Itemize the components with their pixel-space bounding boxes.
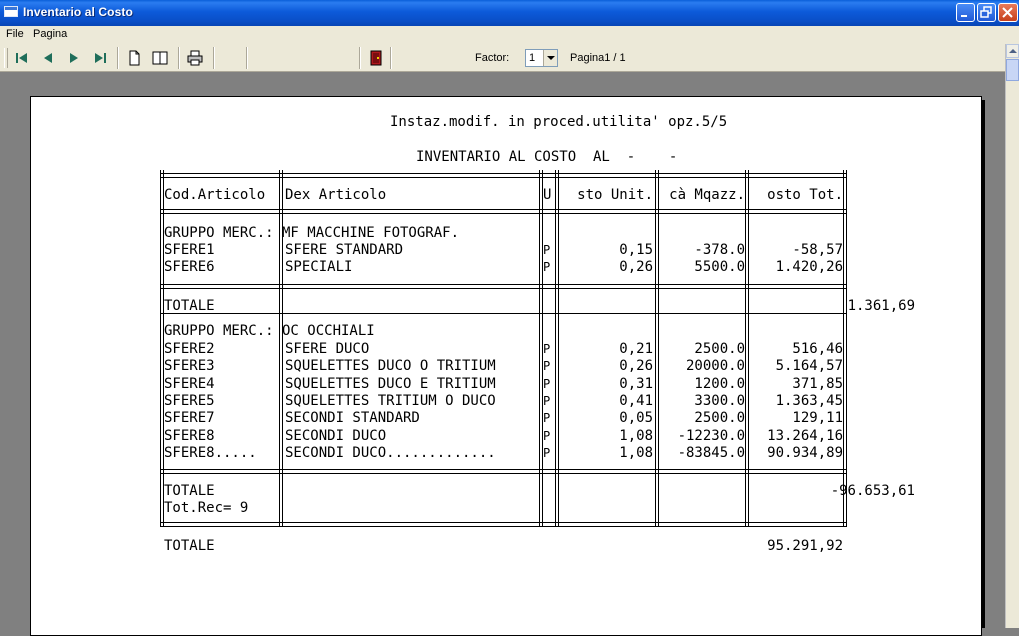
cell-code: SFERE8 xyxy=(164,427,215,444)
cell-total-cost: 13.264,16 xyxy=(767,427,843,444)
cell-description: SECONDI DUCO............. xyxy=(285,444,496,461)
column-header-unit: U xyxy=(543,187,552,203)
factor-label: Factor: xyxy=(475,52,510,64)
cell-total-cost: 129,11 xyxy=(792,410,843,427)
last-page-icon[interactable] xyxy=(92,50,108,66)
cell-quantity: -378.0 xyxy=(694,242,745,258)
group-header: GRUPPO MERC.: MF MACCHINE FOTOGRAF. xyxy=(164,225,460,241)
cell-unit-cost: 1,08 xyxy=(619,427,653,444)
cell-unit-cost: 0,15 xyxy=(619,242,653,258)
record-count: Tot.Rec= 9 xyxy=(164,500,249,516)
cell-total-cost: 371,85 xyxy=(792,375,843,392)
cell-code: SFERE1 xyxy=(164,242,215,258)
cell-quantity: 5500.0 xyxy=(694,259,745,276)
factor-value: 1 xyxy=(529,52,536,64)
cell-unit: P xyxy=(543,428,551,443)
grand-total-label: TOTALE xyxy=(164,538,215,554)
cell-description: SFERE STANDARD xyxy=(285,242,404,258)
group-total-label: TOTALE xyxy=(164,483,215,499)
cell-unit: P xyxy=(543,393,551,408)
print-icon[interactable] xyxy=(187,50,203,66)
menu-pagina[interactable]: Pagina xyxy=(33,28,67,40)
cell-unit-cost: 0,31 xyxy=(619,375,653,392)
cell-total-cost: 1.363,45 xyxy=(775,392,843,409)
column-header-desc: Dex Articolo xyxy=(285,187,387,203)
menu-bar: File Pagina xyxy=(0,26,1019,44)
cell-description: SECONDI DUCO xyxy=(285,427,387,444)
column-header-qty: cà Mqazz. xyxy=(669,187,745,203)
page-indicator: Pagina1 / 1 xyxy=(570,52,626,64)
cell-code: SFERE3 xyxy=(164,358,215,375)
cell-quantity: 3300.0 xyxy=(694,392,745,409)
app-window-icon xyxy=(4,6,18,17)
exit-door-icon[interactable] xyxy=(368,50,384,66)
grand-total-value: 95.291,92 xyxy=(767,538,843,554)
restore-icon xyxy=(980,6,992,18)
cell-code: SFERE6 xyxy=(164,259,215,276)
two-pages-icon[interactable] xyxy=(152,50,168,66)
cell-code: SFERE5 xyxy=(164,392,215,409)
factor-select[interactable]: 1 xyxy=(525,49,558,67)
cell-code: SFERE2 xyxy=(164,341,215,357)
cell-total-cost: 516,46 xyxy=(792,341,843,357)
first-page-icon[interactable] xyxy=(14,50,30,66)
cell-quantity: 1200.0 xyxy=(694,375,745,392)
cell-description: SPECIALI xyxy=(285,259,353,276)
cell-quantity: -12230.0 xyxy=(677,427,745,444)
cell-total-cost: 5.164,57 xyxy=(775,358,843,375)
group-header: GRUPPO MERC.: OC OCCHIALI xyxy=(164,323,375,339)
group-total-value: -96.653,61 xyxy=(830,483,915,499)
cell-description: SQUELETTES DUCO O TRITIUM xyxy=(285,358,496,375)
toolbar: Factor: 1 Pagina1 / 1 xyxy=(0,44,1019,72)
cell-unit-cost: 1,08 xyxy=(619,444,653,461)
chevron-down-icon[interactable] xyxy=(543,50,557,66)
cell-description: SQUELETTES TRITIUM O DUCO xyxy=(285,392,496,409)
cell-unit: P xyxy=(543,342,551,356)
cell-unit-cost: 0,26 xyxy=(619,358,653,375)
cell-description: SQUELETTES DUCO E TRITIUM xyxy=(285,375,496,392)
maximize-button[interactable] xyxy=(977,3,996,22)
cell-quantity: -83845.0 xyxy=(677,444,745,461)
minimize-button[interactable] xyxy=(956,3,975,22)
cell-description: SFERE DUCO xyxy=(285,341,370,357)
cell-code: SFERE8..... xyxy=(164,444,257,461)
vertical-scrollbar[interactable] xyxy=(1005,44,1019,628)
previous-page-icon[interactable] xyxy=(40,50,56,66)
cell-total-cost: 1.420,26 xyxy=(775,259,843,276)
cell-unit: P xyxy=(543,445,551,460)
cell-total-cost: 90.934,89 xyxy=(767,444,843,461)
column-header-total-cost: osto Tot. xyxy=(767,187,843,203)
report-title: INVENTARIO AL COSTO AL - - xyxy=(416,149,678,165)
next-page-icon[interactable] xyxy=(66,50,82,66)
column-header-unit-cost: sto Unit. xyxy=(577,187,653,203)
close-button[interactable] xyxy=(998,3,1018,22)
cell-quantity: 2500.0 xyxy=(694,341,745,357)
cell-code: SFERE4 xyxy=(164,375,215,392)
minimize-icon xyxy=(961,15,967,17)
cell-quantity: 20000.0 xyxy=(685,358,745,375)
cell-unit: P xyxy=(543,243,551,257)
cell-unit-cost: 0,21 xyxy=(619,341,653,357)
scroll-thumb[interactable] xyxy=(1006,59,1019,81)
cell-total-cost: -58,57 xyxy=(792,242,843,258)
cell-unit-cost: 0,05 xyxy=(619,410,653,427)
cell-unit: P xyxy=(543,359,551,374)
window-title: Inventario al Costo xyxy=(23,5,133,19)
close-icon xyxy=(1002,7,1013,18)
cell-unit: P xyxy=(543,411,551,426)
cell-quantity: 2500.0 xyxy=(694,410,745,427)
report-subtitle: Instaz.modif. in proced.utilita' opz.5/5 xyxy=(390,114,728,130)
cell-unit-cost: 0,41 xyxy=(619,392,653,409)
column-header-code: Cod.Articolo xyxy=(164,187,266,203)
scroll-up-icon[interactable] xyxy=(1006,44,1019,58)
title-bar: Inventario al Costo xyxy=(0,0,1019,26)
cell-code: SFERE7 xyxy=(164,410,215,427)
cell-unit: P xyxy=(543,376,551,391)
single-page-icon[interactable] xyxy=(126,50,142,66)
menu-file[interactable]: File xyxy=(6,28,24,40)
cell-unit-cost: 0,26 xyxy=(619,259,653,276)
cell-description: SECONDI STANDARD xyxy=(285,410,420,427)
cell-unit: P xyxy=(543,260,551,275)
